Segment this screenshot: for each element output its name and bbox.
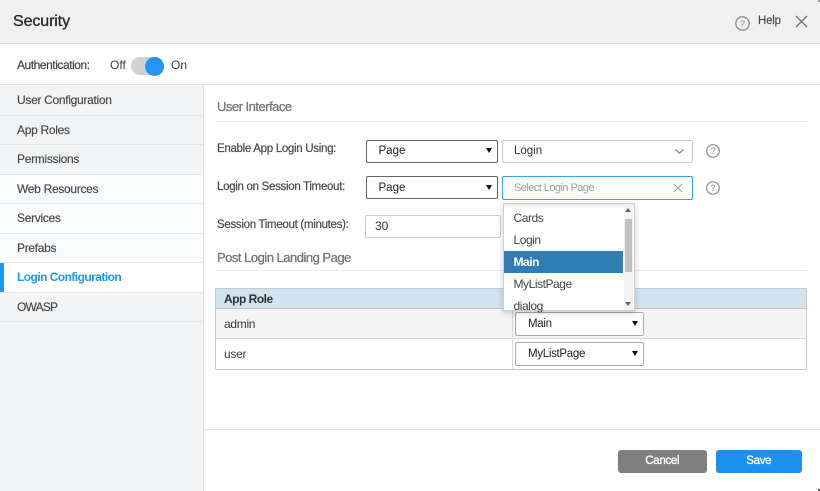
svg-text:?: ? [710,146,715,156]
svg-text:?: ? [710,183,715,193]
svg-text:?: ? [739,19,744,30]
